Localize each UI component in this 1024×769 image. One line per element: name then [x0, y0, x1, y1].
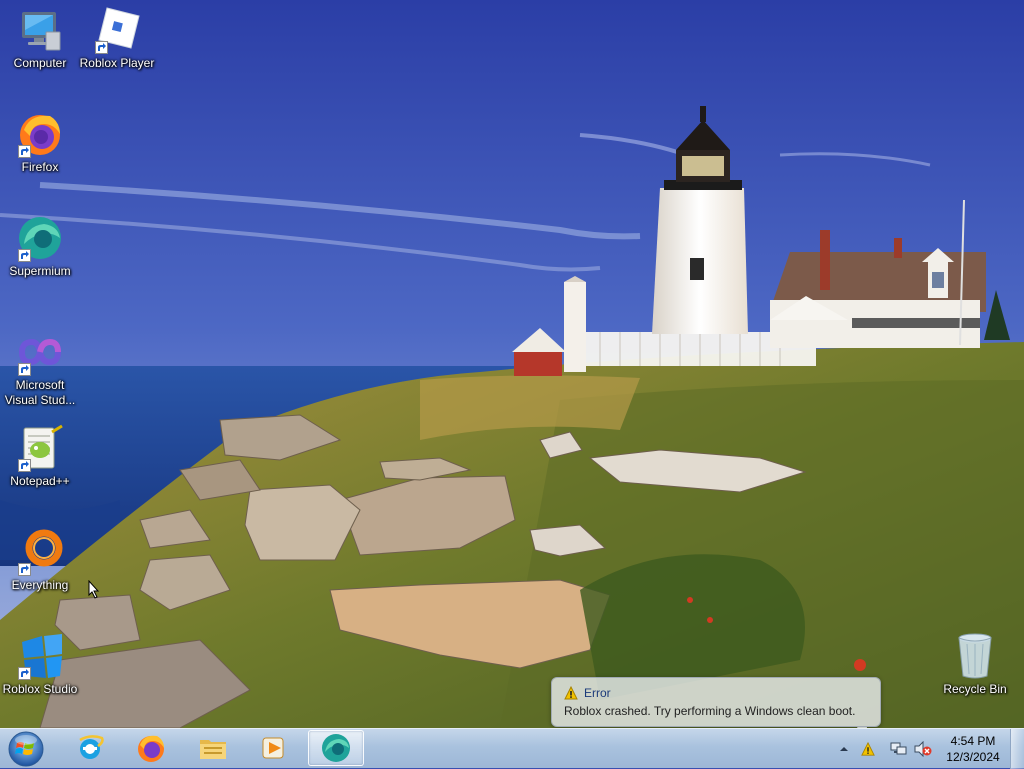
desktop-icon-everything[interactable]: Everything — [0, 528, 80, 593]
folder-icon — [200, 740, 226, 759]
taskbar-media-player[interactable] — [245, 730, 301, 766]
roblox-player-icon — [93, 6, 141, 54]
shortcut-arrow-icon — [18, 563, 31, 576]
windows-start-orb-icon — [8, 731, 44, 767]
action-center-warning-icon — [861, 742, 875, 756]
notification-title: Error — [584, 686, 611, 700]
desktop-icon-firefox[interactable]: Firefox — [0, 110, 80, 175]
desktop-icon-label: Recycle Bin — [943, 682, 1007, 696]
shortcut-arrow-icon — [18, 459, 31, 472]
desktop-icon-label: Computer — [13, 56, 67, 70]
supermium-icon — [16, 214, 64, 262]
mouse-cursor-icon — [88, 579, 100, 599]
desktop-icon-label: Firefox — [21, 160, 59, 174]
error-notification-balloon[interactable]: Error Roblox crashed. Try performing a W… — [551, 677, 881, 727]
notification-message: Roblox crashed. Try performing a Windows… — [564, 704, 856, 718]
desktop-icon-label: Roblox Player — [79, 56, 155, 70]
warning-icon — [564, 686, 578, 700]
taskbar-internet-explorer[interactable] — [62, 730, 118, 766]
desktop-icon-notepad-plus-plus[interactable]: Notepad++ — [0, 424, 80, 489]
taskbar: 4:54 PM 12/3/2024 — [0, 728, 1024, 769]
recycle-bin-icon — [951, 632, 999, 680]
shortcut-arrow-icon — [18, 667, 31, 680]
taskbar-firefox[interactable] — [123, 730, 179, 766]
shortcut-arrow-icon — [18, 249, 31, 262]
desktop-icon-roblox-player[interactable]: Roblox Player — [77, 6, 157, 71]
shortcut-arrow-icon — [18, 145, 31, 158]
shortcut-arrow-icon — [95, 41, 108, 54]
desktop-icon-label: Microsoft Visual Stud... — [4, 378, 76, 407]
clock-date: 12/3/2024 — [946, 750, 1000, 764]
clock-time: 4:54 PM — [950, 734, 996, 748]
desktop-icon-roblox-studio[interactable]: Roblox Studio — [0, 632, 80, 697]
desktop-icon-label: Roblox Studio — [2, 682, 78, 696]
tray-volume[interactable] — [914, 729, 932, 769]
visual-studio-icon — [16, 328, 64, 376]
show-hidden-icons-button[interactable] — [838, 729, 850, 769]
shortcut-arrow-icon — [18, 363, 31, 376]
desktop-icon-visual-studio[interactable]: Microsoft Visual Stud... — [0, 328, 80, 408]
media-player-icon — [262, 737, 284, 759]
desktop-icon-recycle-bin[interactable]: Recycle Bin — [935, 632, 1015, 697]
firefox-icon — [16, 110, 64, 158]
tray-network[interactable] — [890, 729, 908, 769]
desktop-icon-label: Everything — [11, 578, 69, 592]
tray-action-center[interactable] — [861, 729, 875, 769]
desktop-icon-supermium[interactable]: Supermium — [0, 214, 80, 279]
desktop-icon-computer[interactable]: Computer — [0, 6, 80, 71]
show-desktop-button[interactable] — [1010, 729, 1024, 769]
supermium-icon — [322, 734, 350, 762]
roblox-studio-icon — [16, 632, 64, 680]
computer-icon — [16, 6, 64, 54]
taskbar-supermium[interactable] — [308, 730, 364, 766]
volume-muted-icon — [914, 741, 932, 757]
desktop-icon-label: Notepad++ — [10, 474, 70, 488]
taskbar-file-explorer[interactable] — [185, 730, 241, 766]
desktop-wallpaper — [0, 0, 1024, 728]
show-hidden-icons-chevron-icon — [840, 747, 848, 751]
everything-search-icon — [16, 528, 64, 576]
notepad-plus-plus-icon — [16, 424, 64, 472]
start-button[interactable] — [4, 730, 48, 768]
internet-explorer-icon — [79, 735, 104, 759]
firefox-icon — [138, 735, 164, 762]
desktop-icon-label: Supermium — [9, 264, 71, 278]
taskbar-clock[interactable]: 4:54 PM 12/3/2024 — [940, 733, 1006, 765]
network-icon — [890, 742, 907, 755]
